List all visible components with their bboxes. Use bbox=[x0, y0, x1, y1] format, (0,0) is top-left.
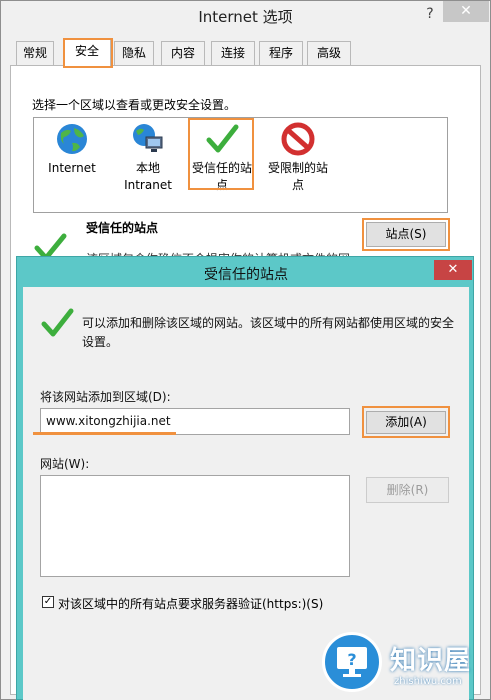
zone-restricted-sites[interactable]: 受限制的站 点 bbox=[264, 118, 332, 194]
add-site-input[interactable]: www.xitongzhijia.net bbox=[40, 408, 350, 435]
tab-advanced[interactable]: 高级 bbox=[307, 41, 351, 65]
watermark-name: 知识屋 bbox=[390, 646, 472, 676]
zone-prompt: 选择一个区域以查看或更改安全设置。 bbox=[32, 98, 237, 112]
add-site-label: 将该网站添加到区域(D): bbox=[40, 390, 171, 404]
dialog-description: 可以添加和删除该区域的网站。该区域中的所有网站都使用区域的安全设置。 bbox=[82, 316, 455, 349]
tab-connections[interactable]: 连接 bbox=[211, 41, 255, 65]
tab-programs[interactable]: 程序 bbox=[259, 41, 303, 65]
watermark-logo: ? bbox=[322, 632, 382, 692]
zone-internet-label: Internet bbox=[48, 161, 96, 175]
dialog-close-button[interactable]: ✕ bbox=[434, 260, 472, 280]
zone-local-intranet[interactable]: 本地 Intranet bbox=[114, 118, 182, 194]
dialog-title: 受信任的站点 bbox=[204, 267, 288, 283]
https-checkbox-label: 对该区域中的所有站点要求服务器验证(https:)(S) bbox=[58, 597, 324, 611]
watermark-url: zhishiwu.com bbox=[394, 676, 462, 687]
checkmark-icon bbox=[41, 308, 74, 337]
globe-icon bbox=[57, 124, 87, 154]
zone-restricted-label-1: 受限制的站 bbox=[267, 161, 328, 175]
https-checkbox[interactable]: ✓ bbox=[42, 596, 54, 608]
zone-heading: 受信任的站点 bbox=[86, 221, 159, 235]
site-watermark: ? 知识屋 zhishiwu.com bbox=[312, 626, 491, 700]
remove-button[interactable]: 删除(R) bbox=[366, 477, 449, 503]
sites-button-highlight bbox=[362, 218, 450, 251]
tab-content[interactable]: 内容 bbox=[161, 41, 205, 65]
selected-zone-highlight bbox=[188, 118, 254, 190]
websites-label: 网站(W): bbox=[40, 457, 90, 471]
websites-list[interactable] bbox=[40, 475, 350, 577]
zone-intranet-label-1: 本地 bbox=[135, 161, 160, 175]
intranet-icon bbox=[133, 124, 163, 152]
zone-intranet-label-2: Intranet bbox=[124, 178, 172, 192]
help-button[interactable]: ? bbox=[421, 3, 439, 25]
title-bar: Internet 选项 ? ✕ bbox=[1, 1, 490, 31]
zone-internet[interactable]: Internet bbox=[38, 118, 106, 177]
tab-general[interactable]: 常规 bbox=[16, 41, 54, 65]
zone-restricted-label-2: 点 bbox=[291, 178, 304, 192]
window-title: Internet 选项 bbox=[198, 8, 293, 26]
tab-security-highlight bbox=[63, 38, 113, 68]
svg-text:?: ? bbox=[347, 650, 356, 669]
add-site-underline bbox=[33, 432, 176, 435]
tab-privacy[interactable]: 隐私 bbox=[114, 41, 154, 65]
question-monitor-icon: ? bbox=[337, 647, 367, 677]
restricted-icon bbox=[281, 122, 315, 156]
add-button-highlight bbox=[362, 406, 450, 438]
close-button[interactable]: ✕ bbox=[443, 1, 489, 22]
